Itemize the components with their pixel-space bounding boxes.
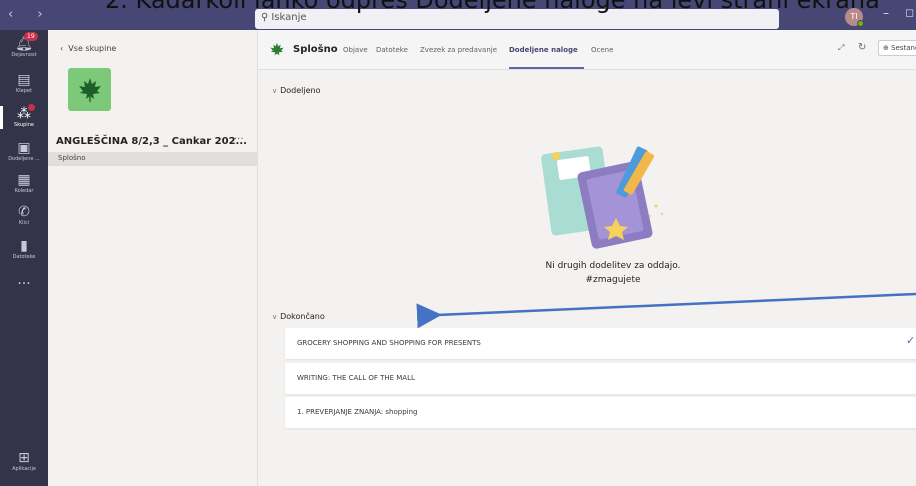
files-icon: ▮	[20, 238, 28, 254]
section-completed-header[interactable]: ∨ Dokončano	[272, 312, 325, 321]
assignments-content: ∨ Dodeljeno Ni drugih dodelitev za oddajo…	[258, 71, 916, 486]
chat-icon: ▤	[17, 72, 31, 88]
app-rail: 🔔︎ 19 Dejavnost ▤ Klepet ⁂ Skupine ▣ Dod…	[0, 30, 48, 486]
rail-item-label: Klepet	[16, 88, 32, 94]
refresh-icon[interactable]: ↻	[858, 42, 866, 53]
tab-class-notebook[interactable]: Zvezek za predavanje	[420, 46, 497, 54]
assignment-title: GROCERY SHOPPING AND SHOPPING FOR PRESEN…	[297, 339, 481, 347]
section-title: Dodeljeno	[280, 86, 321, 95]
channel-header: Splošno Objave Datoteke Zvezek za predav…	[258, 30, 916, 70]
channel-title: Splošno	[293, 44, 338, 55]
assignment-card[interactable]: GROCERY SHOPPING AND SHOPPING FOR PRESEN…	[285, 328, 916, 359]
activity-badge: 19	[24, 32, 38, 41]
assignment-title: WRITING: THE CALL OF THE MALL	[297, 374, 415, 382]
meet-button[interactable]: ⊕ Sestanek	[878, 40, 916, 56]
rail-item-apps[interactable]: ⊞ Aplikacije	[0, 450, 48, 473]
rail-item-label: Dejavnost	[11, 52, 37, 58]
assignment-title: 1. PREVERJANJE ZNANJA: shopping	[297, 408, 418, 416]
rail-item-calendar[interactable]: ▦ Koledar	[0, 172, 48, 195]
meet-label: Sestanek	[891, 44, 916, 52]
rail-item-label: Aplikacije	[12, 466, 36, 472]
rail-item-files[interactable]: ▮ Datoteke	[0, 238, 48, 261]
more-icon: ...	[17, 272, 31, 288]
rail-item-label: Dodeljene ...	[8, 156, 40, 162]
phone-icon: ✆	[18, 204, 30, 220]
empty-state-illustration	[541, 146, 664, 249]
rail-item-label: Datoteke	[12, 254, 36, 260]
rail-item-more[interactable]: ...	[0, 272, 48, 288]
rail-item-label: Klici	[18, 220, 30, 226]
checkmark-icon: ✓	[906, 334, 916, 347]
chevron-down-icon: ∨	[272, 87, 278, 95]
rail-item-assignments[interactable]: ▣ Dodeljene ...	[0, 140, 48, 163]
team-logo	[68, 68, 111, 111]
rail-item-label: Koledar	[14, 188, 34, 194]
assignment-card[interactable]: WRITING: THE CALL OF THE MALL	[285, 363, 916, 394]
empty-state-subtitle: #zmagujete	[585, 275, 641, 285]
assignments-icon: ▣	[17, 140, 31, 156]
rail-item-chat[interactable]: ▤ Klepet	[0, 72, 48, 95]
video-icon: ⊕	[883, 44, 892, 52]
rail-item-teams[interactable]: ⁂ Skupine	[0, 104, 48, 129]
team-name: ANGLEŠČINA 8/2,3 _ Cankar 202...	[56, 136, 247, 147]
teams-badge	[28, 104, 35, 111]
teams-icon: ⁂	[17, 106, 31, 122]
expand-icon[interactable]: ⤢	[838, 43, 844, 53]
empty-state-title: Ni drugih dodelitev za oddajo.	[545, 261, 681, 271]
channel-item-general[interactable]: Splošno	[48, 152, 258, 166]
apps-icon: ⊞	[18, 450, 30, 466]
maple-leaf-icon	[78, 77, 101, 102]
back-label: Vse skupine	[68, 44, 117, 53]
maple-leaf-icon	[270, 42, 284, 56]
team-panel: ‹ Vse skupine ANGLEŠČINA 8/2,3 _ Cankar …	[48, 30, 258, 486]
chevron-down-icon: ∨	[272, 313, 278, 321]
calendar-icon: ▦	[17, 172, 31, 188]
team-more-options[interactable]: ···	[234, 134, 244, 145]
rail-item-activity[interactable]: 🔔︎ 19 Dejavnost	[0, 32, 48, 59]
instruction-caption: 2. Kadarkoli lahko odpreš Dodeljene nalo…	[105, 0, 880, 14]
rail-item-calls[interactable]: ✆ Klici	[0, 204, 48, 227]
section-title: Dokončano	[280, 312, 325, 321]
assignment-card[interactable]: 1. PREVERJANJE ZNANJA: shopping	[285, 397, 916, 428]
back-to-all-teams[interactable]: ‹ Vse skupine	[60, 44, 116, 53]
channel-label: Splošno	[58, 154, 86, 162]
section-assigned-header[interactable]: ∨ Dodeljeno	[272, 86, 321, 95]
presence-status-icon	[857, 20, 864, 27]
rail-item-label: Skupine	[14, 122, 34, 128]
tab-posts[interactable]: Objave	[343, 46, 368, 54]
tab-assignments[interactable]: Dodeljene naloge	[509, 46, 578, 54]
tab-grades[interactable]: Ocene	[591, 46, 613, 54]
active-tab-indicator	[509, 67, 584, 69]
tab-files[interactable]: Datoteke	[376, 46, 408, 54]
teams-window: ‹ › ⚲ Iskanje TI – ◻ 2. Kadarkoli lahko o…	[0, 0, 916, 486]
